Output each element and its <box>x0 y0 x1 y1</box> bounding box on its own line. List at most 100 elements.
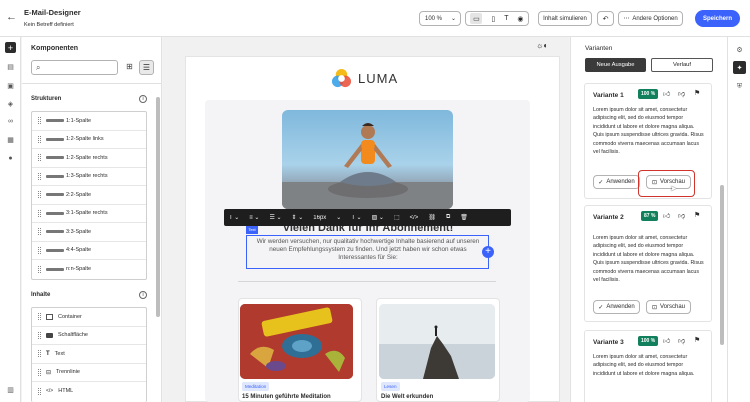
link-icon[interactable]: ⛓ <box>423 214 441 221</box>
drag-handle-icon[interactable] <box>38 368 41 376</box>
drag-handle-icon[interactable] <box>38 228 41 236</box>
apply-button[interactable]: ✓ Anwenden <box>593 175 640 189</box>
text-color-icon[interactable]: T ⌄ <box>346 214 366 221</box>
score-badge: 100 % <box>638 336 659 346</box>
button-icon <box>46 332 53 338</box>
list-view-icon[interactable]: ☰ <box>139 60 154 75</box>
list-item[interactable]: ⊟ Trennlinie <box>32 364 146 382</box>
yoga-image <box>282 110 453 209</box>
drag-handle-icon[interactable] <box>38 172 41 180</box>
drag-handle-icon[interactable] <box>38 387 41 395</box>
delete-icon[interactable]: 🗑 <box>455 214 473 221</box>
list-item[interactable]: 3:1-Spalte rechts <box>32 205 146 223</box>
settings-bottom-icon[interactable]: ▥ <box>5 384 16 395</box>
align-icon[interactable]: ≡ ⌄ <box>244 214 264 221</box>
assets-icon[interactable]: ▣ <box>5 80 16 91</box>
list-item[interactable]: 4:4-Spalte <box>32 242 146 260</box>
links-icon[interactable]: ∞ <box>5 116 16 127</box>
zoom-select[interactable]: 100 % ⌄ <box>419 11 461 26</box>
add-icon[interactable]: + <box>5 42 16 53</box>
select-box-icon[interactable]: ⬚ <box>389 214 405 221</box>
list-item[interactable]: 1:2-Spalte rechts <box>32 149 146 168</box>
fragments-icon[interactable]: ▦ <box>5 134 16 145</box>
ai-icon[interactable]: ● <box>5 153 16 164</box>
simulate-content-button[interactable]: Inhalt simulieren <box>538 11 592 26</box>
thumbs-down-icon[interactable]: 👎︎ <box>678 89 685 98</box>
panel-title: Komponenten <box>31 45 79 52</box>
list-item[interactable]: 1:1-Spalte <box>32 112 146 131</box>
left-rail: + ▤ ▣ ◈ ∞ ▦ ● ▥ <box>0 37 21 402</box>
list-item[interactable]: Container <box>32 308 146 327</box>
variant-text: Lorem ipsum dolor sit amet, consectetur … <box>593 354 695 377</box>
thumbs-up-icon[interactable]: 👍︎ <box>663 89 670 98</box>
text-style-icon[interactable]: T ⌄ <box>224 214 244 221</box>
save-button[interactable]: Speichern <box>695 10 740 27</box>
luma-logo-mark-icon <box>331 68 352 87</box>
tab-new-issue[interactable]: Neue Ausgabe <box>585 58 646 72</box>
drag-handle-icon[interactable] <box>38 135 41 143</box>
list-item[interactable]: 1:3-Spalte rechts <box>32 168 146 186</box>
drag-handle-icon[interactable] <box>38 154 41 162</box>
list-item[interactable]: 2:2-Spalte <box>32 186 146 205</box>
list-item[interactable]: 3:3-Spalte <box>32 223 146 242</box>
font-size-chevron-icon[interactable]: ⌄ <box>331 214 346 221</box>
components-icon[interactable]: ▤ <box>5 61 16 72</box>
text-icon: T <box>46 350 50 357</box>
thumbs-down-icon[interactable]: 👎︎ <box>678 211 685 220</box>
eye-icon[interactable]: ◉ <box>517 15 523 23</box>
mobile-view-icon[interactable]: ▯ <box>491 15 495 23</box>
undo-button[interactable]: ↶ <box>597 11 614 26</box>
drag-handle-icon[interactable] <box>38 246 41 254</box>
drag-handle-icon[interactable] <box>38 265 41 273</box>
list-item[interactable]: T Text <box>32 345 146 364</box>
drag-handle-icon[interactable] <box>38 331 41 339</box>
email-body-text[interactable]: Wir werden versuchen, nur qualitativ hoc… <box>250 238 486 263</box>
scrollbar[interactable] <box>156 97 160 317</box>
flag-icon[interactable]: ⚑ <box>694 89 700 97</box>
more-options-button[interactable]: ⋯ Andere Optionen <box>618 11 683 26</box>
list-item[interactable]: Schaltfläche <box>32 327 146 345</box>
add-block-button[interactable]: + <box>482 246 494 258</box>
flag-icon[interactable]: ⚑ <box>694 211 700 219</box>
text-view-icon[interactable]: T <box>504 15 508 22</box>
drag-handle-icon[interactable] <box>38 350 41 358</box>
variant-card: Variante 3 100 % 👍︎ 👎︎ ⚑ Lorem ipsum dol… <box>584 330 712 402</box>
font-size-select[interactable]: 16px <box>308 215 331 221</box>
drag-handle-icon[interactable] <box>38 209 41 217</box>
scrollbar[interactable] <box>720 185 724 345</box>
shield-icon[interactable]: ⛨ <box>734 81 745 92</box>
settings-sliders-icon[interactable]: ⚙ <box>734 44 745 55</box>
image-icon[interactable]: ▨ ⌄ <box>367 214 389 221</box>
list-icon[interactable]: ☰ ⌄ <box>264 214 286 221</box>
desktop-view-icon[interactable]: ▭ <box>470 13 483 24</box>
contents-title: Inhalte <box>31 292 51 298</box>
structures-list: 1:1-Spalte 1:2-Spalte links 1:2-Spalte r… <box>31 111 147 280</box>
thumbs-up-icon[interactable]: 👍︎ <box>663 211 670 220</box>
theme-toggle-icon[interactable]: ☼◐ <box>536 41 556 51</box>
code-icon: </> <box>46 388 54 395</box>
layers-icon[interactable]: ◈ <box>5 98 16 109</box>
search-input[interactable]: ⌕ <box>31 60 118 75</box>
thumbs-up-icon[interactable]: 👍︎ <box>663 336 670 345</box>
flag-icon[interactable]: ⚑ <box>694 336 700 344</box>
apply-button[interactable]: ✓ Anwenden <box>593 300 640 314</box>
list-item[interactable]: n:n-Spalte <box>32 260 146 279</box>
drag-handle-icon[interactable] <box>38 313 41 321</box>
duplicate-icon[interactable]: ⧉ <box>441 214 455 221</box>
drag-handle-icon[interactable] <box>38 117 41 125</box>
preview-button[interactable]: ⊡ Vorschau <box>646 300 691 314</box>
back-arrow-icon[interactable]: ← <box>6 11 18 23</box>
line-height-icon[interactable]: ⇕ ⌄ <box>287 214 309 221</box>
list-item[interactable]: </> HTML <box>32 382 146 401</box>
drag-handle-icon[interactable] <box>38 191 41 199</box>
tab-history[interactable]: Verlauf <box>651 58 713 72</box>
list-item[interactable]: 1:2-Spalte links <box>32 131 146 149</box>
article-tag: Meditation <box>242 382 270 391</box>
thumbs-down-icon[interactable]: 👎︎ <box>678 336 685 345</box>
code-icon[interactable]: </> <box>405 215 424 221</box>
info-icon[interactable]: i <box>139 291 147 299</box>
info-icon[interactable]: i <box>139 95 147 103</box>
ai-assistant-icon[interactable]: ✦ <box>733 61 746 74</box>
device-toggle-group: ▭ ▯ T ◉ <box>465 11 529 26</box>
grid-view-icon[interactable]: ⊞ <box>124 62 135 73</box>
